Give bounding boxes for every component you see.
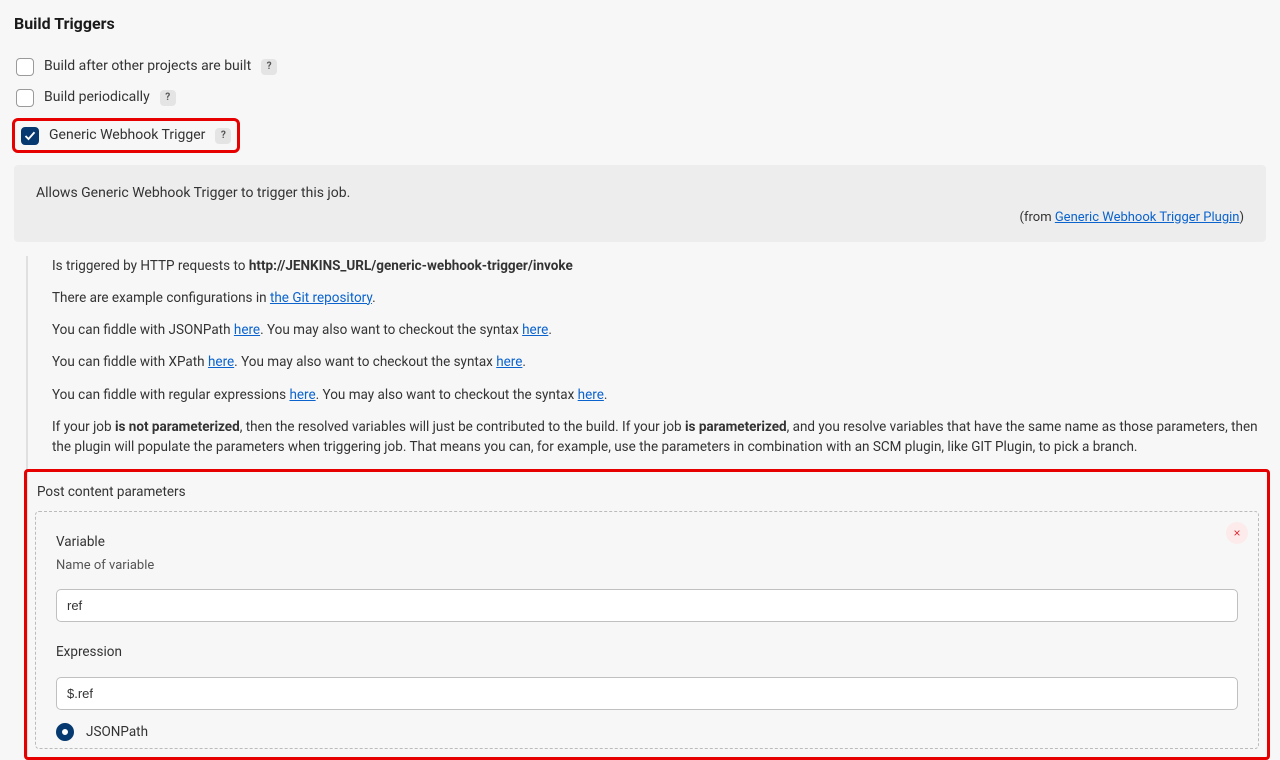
info-panel-from: (from Generic Webhook Trigger Plugin) [36, 208, 1244, 228]
trigger-label-build-after[interactable]: Build after other projects are built [44, 56, 251, 77]
help-icon[interactable]: ? [160, 90, 176, 106]
info-panel-text: Allows Generic Webhook Trigger to trigge… [36, 183, 1244, 204]
regex-fiddle-link[interactable]: here [289, 387, 315, 403]
checkbox-build-periodically[interactable] [16, 89, 34, 107]
variable-sublabel: Name of variable [56, 556, 1238, 576]
checkbox-generic-webhook[interactable] [21, 127, 39, 145]
info-panel: Allows Generic Webhook Trigger to trigge… [14, 165, 1266, 242]
trigger-row-build-periodically: Build periodically ? [14, 87, 1266, 108]
section-header: Build Triggers [14, 12, 1266, 36]
help-icon[interactable]: ? [261, 59, 277, 75]
plugin-link[interactable]: Generic Webhook Trigger Plugin [1055, 210, 1240, 225]
xpath-fiddle-link[interactable]: here [208, 354, 234, 370]
highlight-box-generic-webhook: Generic Webhook Trigger ? [12, 118, 240, 153]
xpath-syntax-link[interactable]: here [496, 354, 522, 370]
from-suffix: ) [1239, 210, 1244, 225]
expression-label: Expression [56, 642, 1238, 662]
desc-xpath: You can fiddle with XPath here. You may … [52, 352, 1266, 372]
jsonpath-radio[interactable] [56, 723, 74, 741]
desc-git-repo: There are example configurations in the … [52, 288, 1266, 308]
desc-parameterized: If your job is not parameterized, then t… [52, 417, 1266, 458]
trigger-label-generic-webhook[interactable]: Generic Webhook Trigger [49, 125, 205, 146]
desc-jsonpath: You can fiddle with JSONPath here. You m… [52, 320, 1266, 340]
remove-parameter-button[interactable]: × [1226, 522, 1248, 544]
regex-syntax-link[interactable]: here [578, 387, 604, 403]
desc-trigger-url: Is triggered by HTTP requests to http://… [52, 256, 1266, 276]
variable-label: Variable [56, 532, 1238, 552]
desc-regex: You can fiddle with regular expressions … [52, 385, 1266, 405]
check-icon [24, 130, 36, 142]
expression-input[interactable] [56, 677, 1238, 710]
jsonpath-radio-label[interactable]: JSONPath [86, 722, 148, 742]
jsonpath-fiddle-link[interactable]: here [234, 322, 260, 338]
help-icon[interactable]: ? [215, 128, 231, 144]
checkbox-build-after[interactable] [16, 58, 34, 76]
variable-input[interactable] [56, 589, 1238, 622]
from-prefix: (from [1020, 210, 1055, 225]
parameter-group: × Variable Name of variable Expression J… [35, 511, 1259, 749]
jsonpath-syntax-link[interactable]: here [522, 322, 548, 338]
git-repo-link[interactable]: the Git repository [270, 290, 372, 306]
trigger-row-build-after: Build after other projects are built ? [14, 56, 1266, 77]
highlight-box-post-content: Post content parameters × Variable Name … [24, 469, 1270, 760]
jsonpath-radio-row: JSONPath [56, 722, 1238, 742]
post-content-params-title: Post content parameters [35, 482, 1259, 502]
trigger-label-build-periodically[interactable]: Build periodically [44, 87, 150, 108]
webhook-description: Is triggered by HTTP requests to http://… [26, 256, 1266, 760]
